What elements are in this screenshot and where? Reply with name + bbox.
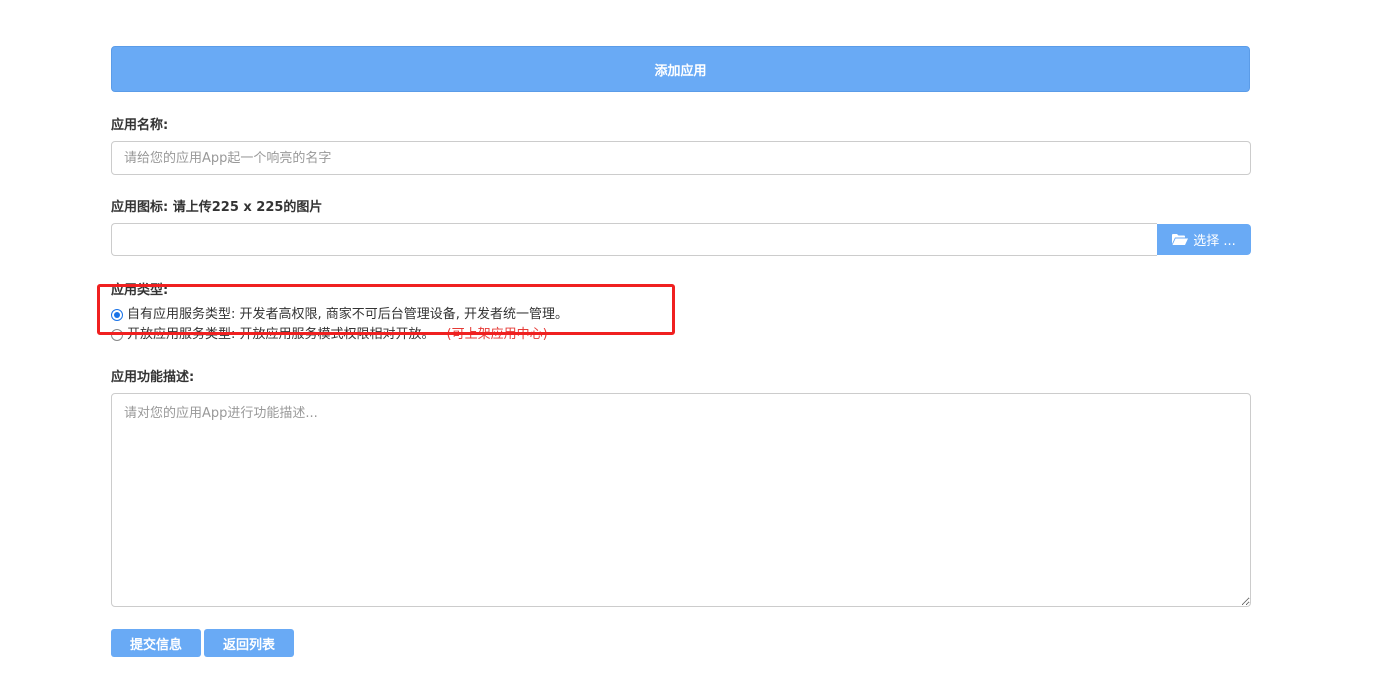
app-center-note: (可上架应用中心): [446, 327, 548, 342]
folder-open-icon: [1172, 234, 1189, 245]
select-file-button[interactable]: 选择 ...: [1157, 224, 1251, 255]
app-desc-label: 应用功能描述:: [111, 370, 195, 385]
app-type-option-own-label: 自有应用服务类型: 开发者高权限, 商家不可后台管理设备, 开发者统一管理。: [127, 307, 569, 322]
select-file-label: 选择 ...: [1193, 234, 1236, 249]
page-title-bar: 添加应用: [111, 46, 1250, 92]
radio-open-service[interactable]: [111, 329, 123, 341]
app-name-input[interactable]: [111, 141, 1251, 175]
app-type-option-open-label: 开放应用服务类型: 开放应用服务模式权限相对开放。: [127, 327, 435, 342]
back-to-list-button[interactable]: 返回列表: [204, 629, 294, 657]
app-type-option-own[interactable]: 自有应用服务类型: 开发者高权限, 商家不可后台管理设备, 开发者统一管理。: [111, 307, 568, 323]
app-icon-label: 应用图标: 请上传225 x 225的图片: [111, 200, 323, 215]
submit-button-label: 提交信息: [129, 637, 182, 653]
submit-button[interactable]: 提交信息: [111, 629, 201, 657]
app-name-label: 应用名称:: [111, 118, 169, 133]
app-type-label: 应用类型:: [111, 283, 169, 298]
back-button-label: 返回列表: [222, 637, 275, 653]
app-desc-textarea[interactable]: [111, 393, 1251, 607]
radio-own-service[interactable]: [111, 309, 123, 321]
page-title: 添加应用: [654, 63, 707, 79]
add-app-page: 添加应用 应用名称: 应用图标: 请上传225 x 225的图片 选择 ... …: [0, 0, 1393, 689]
app-icon-file-picker: 选择 ...: [111, 223, 1251, 256]
app-type-option-open[interactable]: 开放应用服务类型: 开放应用服务模式权限相对开放。 (可上架应用中心): [111, 327, 548, 343]
app-icon-file-display[interactable]: [111, 223, 1157, 256]
